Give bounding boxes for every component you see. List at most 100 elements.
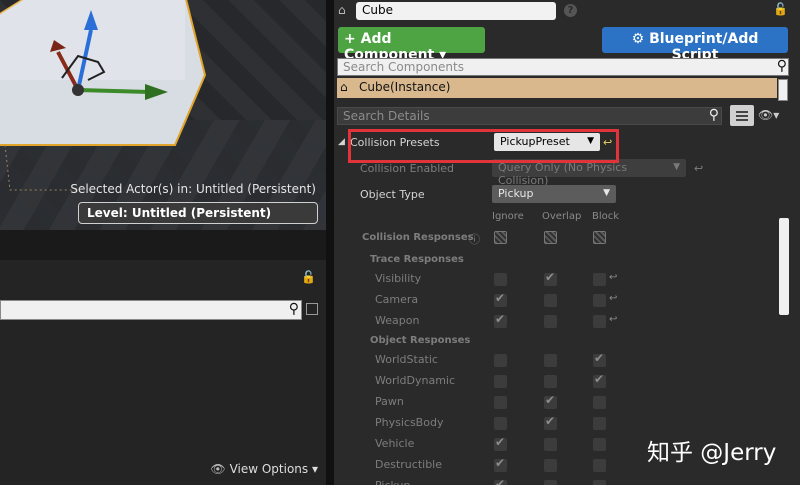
response-label: Camera xyxy=(375,293,419,306)
response-label: WorldDynamic xyxy=(375,374,456,387)
reset-to-default-icon[interactable]: ↩ xyxy=(609,314,617,325)
blueprint-add-script-button[interactable]: ⚙ Blueprint/Add Script xyxy=(602,27,788,63)
collision-responses-label: Collision Responses xyxy=(362,232,474,243)
response-ignore-checkbox[interactable] xyxy=(494,354,507,367)
lock-icon[interactable]: 🔓 xyxy=(301,270,316,284)
lock-icon[interactable]: 🔓 xyxy=(773,2,788,16)
search-icon: ⚲ xyxy=(288,301,299,317)
response-overlap-checkbox[interactable]: ✔ xyxy=(544,414,557,430)
selected-actor-text: Selected Actor(s) in: Untitled (Persiste… xyxy=(70,182,316,196)
search-details-placeholder: Search Details xyxy=(343,109,430,123)
gears-icon: ⚙ xyxy=(631,31,650,47)
help-icon[interactable]: ? xyxy=(564,4,577,17)
outliner-search-input[interactable]: ⚲ xyxy=(0,300,302,320)
details-scrollbar[interactable] xyxy=(779,218,789,315)
current-level-label: Level: Untitled (Persistent) xyxy=(78,202,318,224)
watermark: 知乎 @Jerry xyxy=(647,440,777,466)
checkmark-icon: ✔ xyxy=(594,351,605,365)
world-outliner-panel: 🔓 ⚲ 👁 View Options ▾ xyxy=(0,260,326,485)
response-ignore-checkbox[interactable] xyxy=(494,273,507,286)
help-icon[interactable]: ⓘ xyxy=(469,231,480,247)
response-block-checkbox[interactable] xyxy=(593,438,606,451)
panel-splitter[interactable] xyxy=(326,0,334,485)
response-overlap-checkbox[interactable] xyxy=(544,315,557,328)
all-overlap-checkbox[interactable] xyxy=(544,231,557,244)
response-label: Pickup xyxy=(375,479,410,485)
response-ignore-checkbox[interactable] xyxy=(494,417,507,430)
search-components-input[interactable]: Search Components ⚲ xyxy=(337,58,789,76)
search-components-placeholder: Search Components xyxy=(343,60,464,74)
add-component-button[interactable]: + Add Component ▾ xyxy=(338,27,485,63)
response-overlap-checkbox[interactable] xyxy=(544,354,557,367)
search-icon: ⚲ xyxy=(776,58,787,74)
all-block-checkbox[interactable] xyxy=(593,231,606,244)
checkmark-icon: ✔ xyxy=(594,372,605,386)
trace-responses-label: Trace Responses xyxy=(370,254,464,265)
collision-enabled-value: Query Only (No Physics Collision) xyxy=(498,161,628,187)
gizmo-center xyxy=(72,84,84,96)
response-overlap-checkbox[interactable]: ✔ xyxy=(544,270,557,286)
reset-to-default-icon[interactable]: ↩ xyxy=(694,162,703,175)
actor-icon: ⌂ xyxy=(340,80,348,94)
checkmark-icon: ✔ xyxy=(495,291,506,305)
response-block-checkbox[interactable] xyxy=(593,480,606,485)
view-options-button[interactable]: 👁 View Options ▾ xyxy=(210,462,318,476)
property-matrix-button[interactable] xyxy=(730,105,754,126)
all-ignore-checkbox[interactable] xyxy=(494,231,507,244)
collapse-arrow-icon[interactable]: ◢ xyxy=(338,137,345,147)
reset-to-default-icon[interactable]: ↩ xyxy=(609,272,617,283)
response-ignore-checkbox[interactable] xyxy=(494,375,507,388)
chevron-down-icon: ▾ xyxy=(308,462,318,476)
checkmark-icon: ✔ xyxy=(495,312,506,326)
component-instance-row[interactable]: ⌂ Cube(Instance) xyxy=(337,78,777,98)
response-label: WorldStatic xyxy=(375,353,438,366)
response-ignore-checkbox[interactable]: ✔ xyxy=(494,291,507,307)
response-block-checkbox[interactable]: ✔ xyxy=(593,372,606,388)
response-ignore-checkbox[interactable]: ✔ xyxy=(494,456,507,472)
search-details-input[interactable]: Search Details ⚲ xyxy=(337,107,722,125)
panel-divider xyxy=(0,230,330,260)
reset-to-default-icon[interactable]: ↩ xyxy=(609,293,617,304)
selection-bounds xyxy=(4,144,80,191)
response-label: Pawn xyxy=(375,395,404,408)
response-ignore-checkbox[interactable]: ✔ xyxy=(494,312,507,328)
response-ignore-checkbox[interactable]: ✔ xyxy=(494,477,507,485)
plus-icon: + xyxy=(344,31,356,47)
gizmo-y-axis xyxy=(77,88,151,94)
response-block-checkbox[interactable]: ✔ xyxy=(593,351,606,367)
response-block-checkbox[interactable] xyxy=(593,315,606,328)
object-type-dropdown[interactable]: Pickup ▼ xyxy=(492,185,616,203)
instance-label: Cube(Instance) xyxy=(359,80,451,94)
response-overlap-checkbox[interactable] xyxy=(544,480,557,485)
save-icon[interactable] xyxy=(306,303,318,315)
level-viewport[interactable]: Selected Actor(s) in: Untitled (Persiste… xyxy=(0,0,326,230)
checkmark-icon: ✔ xyxy=(495,456,506,470)
object-responses-label: Object Responses xyxy=(370,335,471,346)
response-label: Destructible xyxy=(375,458,442,471)
checkmark-icon: ✔ xyxy=(495,477,506,485)
component-list-scrollbar[interactable] xyxy=(778,79,788,101)
response-block-checkbox[interactable] xyxy=(593,294,606,307)
response-label: Visibility xyxy=(375,272,422,285)
cube-top-face xyxy=(0,0,185,80)
response-overlap-checkbox[interactable] xyxy=(544,459,557,472)
response-block-checkbox[interactable] xyxy=(593,459,606,472)
response-block-checkbox[interactable] xyxy=(593,396,606,409)
response-overlap-checkbox[interactable] xyxy=(544,294,557,307)
search-icon: ⚲ xyxy=(708,107,719,123)
response-overlap-checkbox[interactable] xyxy=(544,375,557,388)
response-overlap-checkbox[interactable]: ✔ xyxy=(544,393,557,409)
eye-icon: 👁 xyxy=(210,462,226,476)
response-label: Weapon xyxy=(375,314,420,327)
response-block-checkbox[interactable] xyxy=(593,417,606,430)
object-type-label: Object Type xyxy=(360,188,425,201)
response-block-checkbox[interactable] xyxy=(593,273,606,286)
response-overlap-checkbox[interactable] xyxy=(544,438,557,451)
view-options-label: View Options xyxy=(229,462,309,476)
annotation-highlight-box xyxy=(348,129,619,163)
view-options-eye-button[interactable]: 👁▾ xyxy=(758,108,779,122)
response-ignore-checkbox[interactable]: ✔ xyxy=(494,435,507,451)
actor-name-field[interactable]: Cube xyxy=(356,2,556,20)
response-ignore-checkbox[interactable] xyxy=(494,396,507,409)
checkmark-icon: ✔ xyxy=(545,393,556,407)
